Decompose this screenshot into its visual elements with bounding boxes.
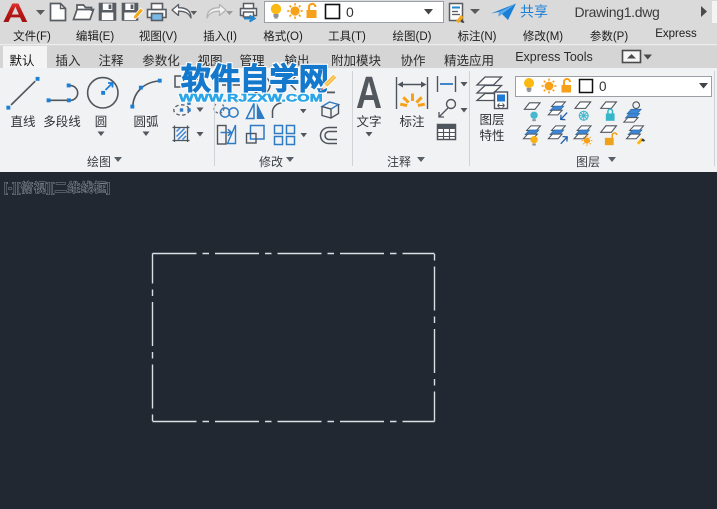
svg-text:A: A [356,68,382,118]
svg-text:直线: 直线 [10,115,36,129]
svg-text:0: 0 [599,79,607,94]
svg-text:多段线: 多段线 [43,114,81,129]
svg-text:圆: 圆 [95,115,108,129]
svg-text:图层: 图层 [479,113,504,127]
svg-text:Drawing1.dwg: Drawing1.dwg [574,4,659,20]
svg-text:共享: 共享 [520,4,548,20]
svg-text:标注: 标注 [399,114,425,129]
svg-text:0: 0 [346,4,354,20]
svg-text:文字: 文字 [356,114,381,129]
svg-text:圆弧: 圆弧 [133,115,159,129]
svg-text:A: A [3,0,29,24]
svg-text:特性: 特性 [479,128,504,143]
